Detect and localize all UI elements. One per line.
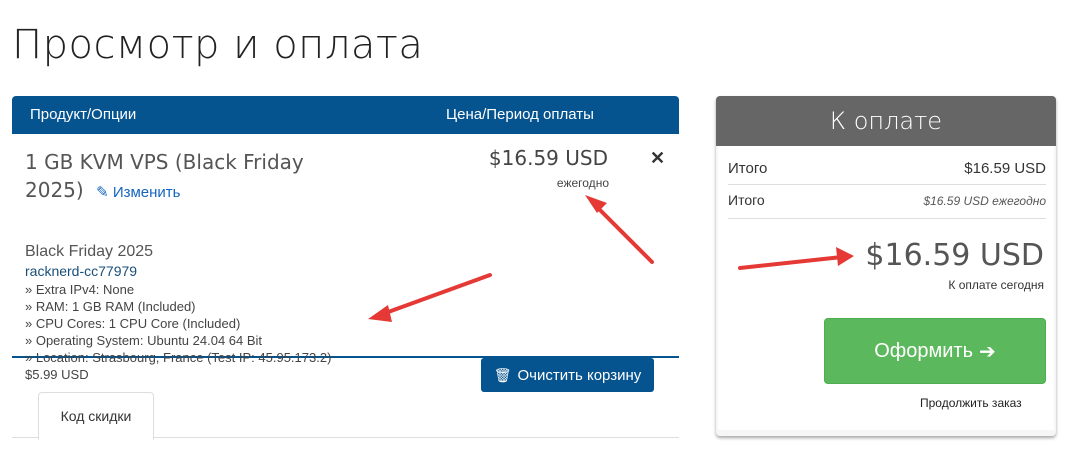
empty-cart-label: Очистить корзину (517, 366, 642, 384)
summary-title: К оплате (716, 96, 1056, 146)
checkout-label: Оформить (874, 339, 973, 362)
subtotal-label: Итого (728, 160, 768, 177)
option-line: » RAM: 1 GB RAM (Included) (25, 299, 196, 314)
cart-table: Продукт/Опции Цена/Период оплаты 1 GB KV… (12, 96, 679, 382)
column-header-product: Продукт/Опции (30, 106, 137, 123)
billing-cycle: ежегодно (556, 176, 609, 190)
cart-header: Продукт/Опции Цена/Период оплаты (12, 96, 679, 134)
total-value: $16.59 USD ежегодно (923, 194, 1046, 208)
edit-link[interactable]: ✎ Изменить (96, 184, 180, 201)
amount-due-label: К оплате сегодня (948, 278, 1044, 292)
pencil-icon: ✎ (96, 184, 109, 201)
total-label: Итого (728, 192, 765, 208)
cart-item: 1 GB KVM VPS (Black Friday 2025) ✎ Измен… (12, 134, 679, 382)
divider (728, 218, 1046, 219)
checkout-button[interactable]: Оформить ➔ (824, 318, 1046, 384)
option-line: » Extra IPv4: None (25, 282, 135, 297)
order-summary: К оплате Итого $16.59 USD Итого $16.59 U… (716, 96, 1056, 436)
divider (728, 184, 1046, 185)
product-options: » Extra IPv4: None » RAM: 1 GB RAM (Incl… (25, 281, 331, 383)
amount-due: $16.59 USD (865, 238, 1044, 273)
empty-cart-button[interactable]: 🗑 Очистить корзину (481, 358, 654, 392)
close-icon[interactable]: ✕ (650, 148, 665, 169)
item-price: $16.59 USD (488, 146, 608, 170)
trash-icon: 🗑 (493, 366, 512, 383)
page-title: Просмотр и оплата (12, 22, 424, 68)
subtotal-value: $16.59 USD (964, 160, 1046, 177)
item-name-block: 1 GB KVM VPS (Black Friday 2025) ✎ Измен… (25, 148, 365, 207)
setup-fee: $5.99 USD (25, 367, 89, 382)
edit-label: Изменить (112, 184, 181, 201)
summary-body: Итого $16.59 USD Итого $16.59 USD ежегод… (718, 146, 1054, 430)
option-line: » CPU Cores: 1 CPU Core (Included) (25, 316, 241, 331)
column-header-price: Цена/Период оплаты (446, 106, 594, 123)
option-line: » Operating System: Ubuntu 24.04 64 Bit (25, 333, 263, 348)
arrow-right-icon: ➔ (979, 340, 996, 363)
continue-shopping-link[interactable]: Продолжить заказ (920, 396, 1022, 410)
total-row: Итого $16.59 USD ежегодно (728, 192, 1046, 208)
option-line: » Location: Strasbourg, France (Test IP:… (25, 350, 332, 365)
tab-promo-code[interactable]: Код скидки (38, 392, 154, 440)
subtotal-row: Итого $16.59 USD (728, 160, 1046, 177)
product-hostname: racknerd-cc77979 (25, 263, 138, 279)
product-group: Black Friday 2025 (25, 243, 154, 260)
